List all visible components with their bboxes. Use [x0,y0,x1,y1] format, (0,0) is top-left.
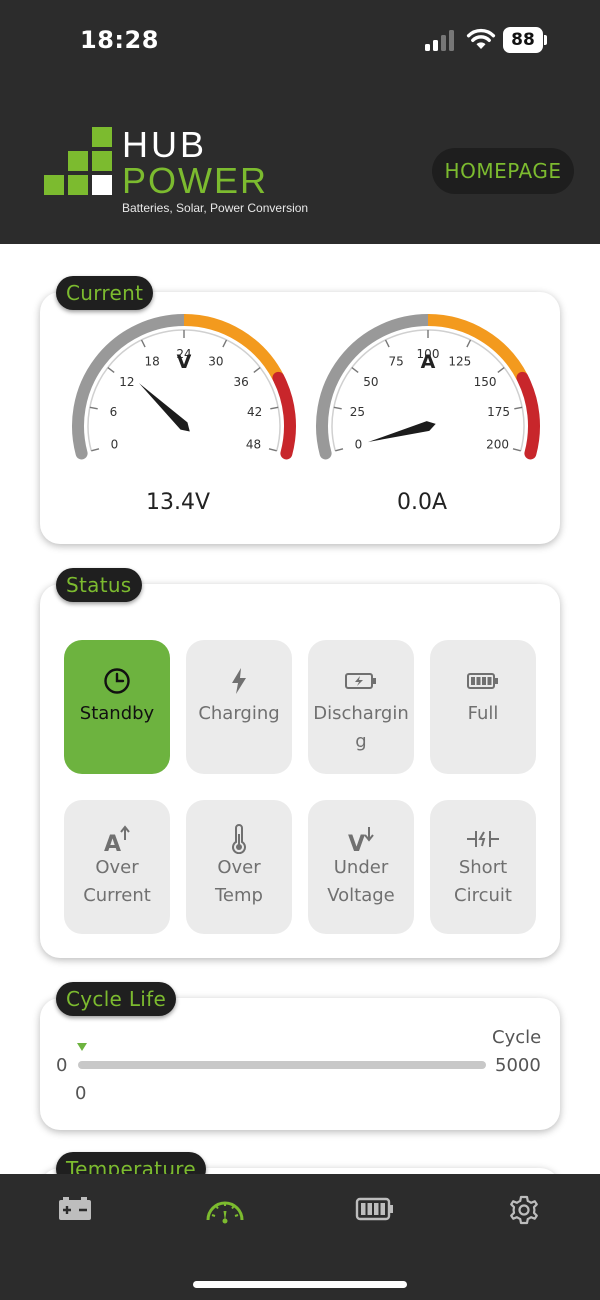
gauge-icon [206,1201,244,1224]
battery-icon [355,1197,393,1221]
logo-blocks-icon [44,127,112,195]
amp-gauge-tick [512,448,521,452]
nav-settings[interactable] [508,1194,540,1230]
nav-gauge[interactable] [204,1194,246,1228]
amp-gauge-tick [497,367,505,373]
short-circuit-icon [467,831,499,847]
status-tile-over-temp[interactable]: Over Temp [186,800,292,934]
voltage-gauge-tick [89,406,98,410]
amp-gauge-unit-label: A [421,351,436,373]
status-section-title: Status [56,568,142,602]
voltage-gauge-tick-label: 18 [145,354,160,368]
voltage-gauge-tick-label: 12 [119,375,134,389]
voltage-gauge-tick-label: 6 [110,405,118,419]
current-section-title: Current [56,276,154,310]
status-tile-discharging[interactable]: Discharging [308,640,414,774]
status-label: Under Voltage [327,857,395,906]
amp-gauge-needle [368,421,436,443]
voltage-gauge-needle [139,383,190,432]
battery-terminal-icon [59,1197,91,1220]
voltage-gauge-unit-label: V [177,351,192,373]
cycle-life-section-title: Cycle Life [56,982,177,1016]
status-bar: 18:28 88 [0,0,600,80]
homepage-button[interactable]: HOMEPAGE [432,148,574,194]
thermometer-icon [232,824,246,854]
battery-discharging-icon [345,673,376,689]
amp-gauge-tick [514,406,523,410]
status-label: Discharging [313,703,409,752]
voltage-gauge-tick [91,448,100,452]
cycle-max-label: 5000 [495,1055,541,1076]
svg-text:V: V [348,832,365,854]
wifi-icon [466,28,496,49]
nav-battery[interactable] [355,1194,395,1228]
status-label: Full [467,703,499,724]
status-time: 18:28 [80,26,159,54]
amp-gauge-tick-label: 50 [363,375,378,389]
amp-gauge-tick-label: 150 [474,375,497,389]
voltage-gauge-tick [270,406,279,410]
cycle-position-marker-icon [77,1043,87,1051]
status-tile-charging[interactable]: Charging [186,640,292,774]
home-indicator [193,1281,407,1288]
amp-gauge-tick [466,339,472,348]
amp-gauge-tick [351,367,359,373]
svg-text:A: A [104,832,121,854]
cycle-life-track [78,1061,486,1069]
under-voltage-icon: V [348,827,374,854]
amp-gauge-tick-label: 25 [350,405,365,419]
status-tile-full[interactable]: Full [430,640,536,774]
current-card: 0 6 12 18 24 30 36 42 48 V 0 25 50 75 100 125 150 175 200 A… [40,292,560,544]
status-label: Standby [79,703,155,724]
cycle-current-value: 0 [75,1083,87,1104]
amp-gauge-tick-label: 0 [355,438,363,452]
clock-icon [104,668,130,694]
status-label: Over Temp [215,857,263,906]
voltage-gauge-tick-label: 42 [247,405,262,419]
app-header: 18:28 88 HUB POWER Batteries, Solar, Pow… [0,0,600,244]
cycle-min-label: 0 [56,1055,68,1076]
status-label: Short Circuit [454,857,512,906]
amp-gauge-tick [335,448,344,452]
amp-gauge-tick-label: 125 [448,354,471,368]
amp-gauge-tick [384,339,390,348]
amp-gauge-arc-segment [427,314,528,381]
settings-icon [510,1195,538,1225]
voltage-gauge-tick [107,367,115,373]
status-tile-over-current[interactable]: A Over Current [64,800,170,934]
hub-power-logo: HUB POWER Batteries, Solar, Power Conver… [44,125,334,220]
battery-tip [544,35,547,45]
status-label: Charging [198,703,280,724]
amp-gauge-tick [333,406,342,410]
nav-battery-terminal[interactable] [57,1194,93,1228]
voltage-gauge-tick-label: 36 [233,375,248,389]
status-tile-standby[interactable]: Standby [64,640,170,774]
voltage-gauge-tick [222,339,228,348]
voltage-gauge-arc-segment [183,314,284,381]
amp-gauge-tick-label: 200 [486,438,509,452]
status-tile-under-voltage[interactable]: V Under Voltage [308,800,414,934]
battery-level-indicator: 88 [503,27,543,53]
logo-tagline: Batteries, Solar, Power Conversion [122,201,309,215]
cellular-signal-icon [425,30,454,51]
battery-full-icon [467,673,498,689]
voltage-gauge-tick [268,448,277,452]
cycle-unit-label: Cycle [492,1027,542,1048]
current-reading: 0.0A [396,490,448,515]
voltage-reading: 13.4V [145,490,211,515]
amp-gauge-tick-label: 75 [389,354,404,368]
voltage-gauge-tick-label: 0 [111,438,119,452]
status-label: Over Current [83,857,151,906]
amp-gauge-tick-label: 175 [487,405,510,419]
voltage-gauge-tick-label: 48 [246,438,261,452]
voltage-gauge-tick-label: 30 [208,354,223,368]
lightning-icon [232,668,246,694]
logo-hub-text: HUB [122,124,208,165]
over-current-icon: A [104,825,130,854]
voltage-gauge-tick [253,367,261,373]
logo-power-text: POWER [122,160,269,201]
voltage-gauge-tick [140,339,146,348]
status-tile-short-circuit[interactable]: Short Circuit [430,800,536,934]
